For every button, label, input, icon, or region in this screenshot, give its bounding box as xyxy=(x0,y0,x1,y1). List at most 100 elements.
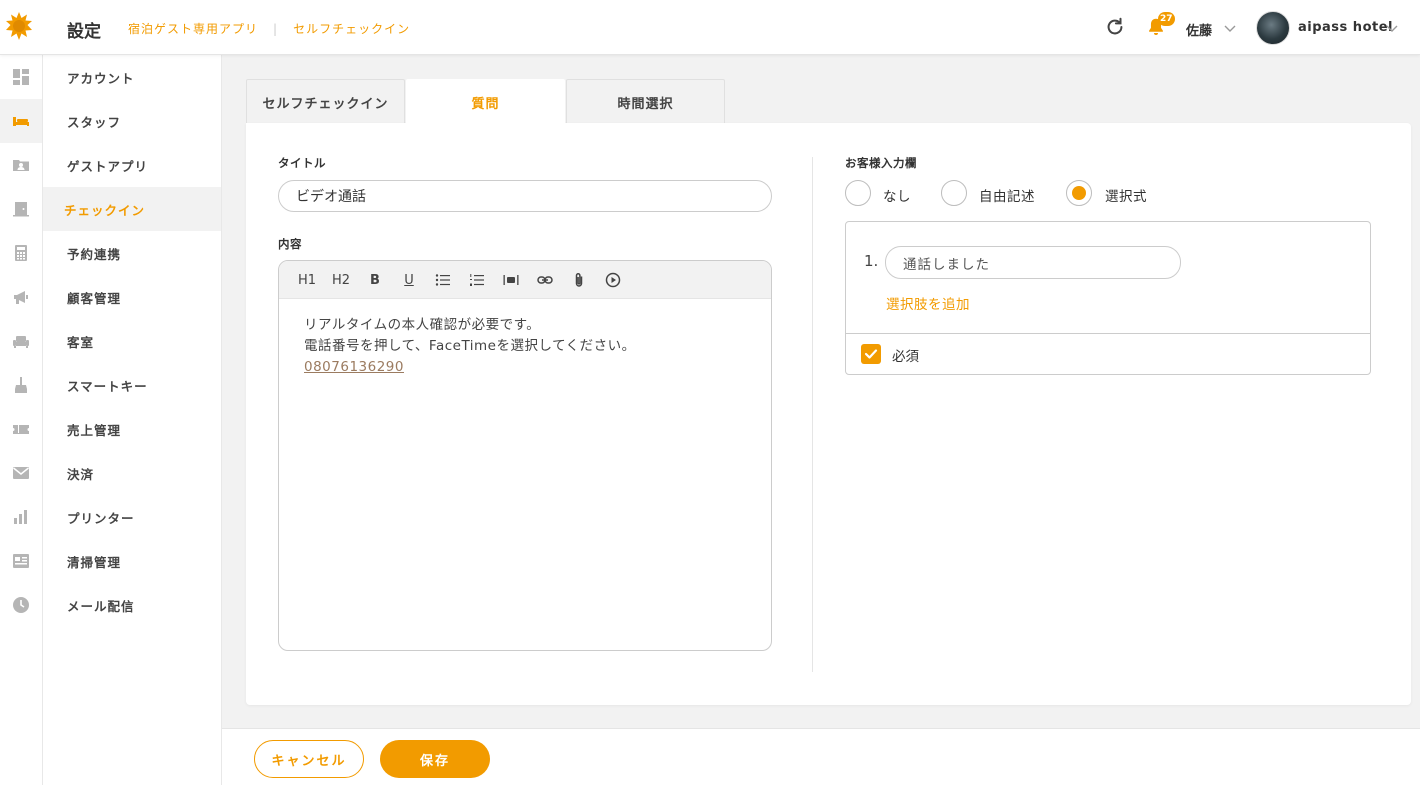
bold-button[interactable]: B xyxy=(364,270,386,290)
page-title: 設定 xyxy=(67,22,101,42)
menu-item-printer[interactable]: プリンター xyxy=(43,495,221,539)
menu-item-customers[interactable]: 顧客管理 xyxy=(43,275,221,319)
bullet-list-button[interactable] xyxy=(432,270,454,290)
chevron-down-icon[interactable] xyxy=(1386,22,1398,34)
menu-item-payment[interactable]: 決済 xyxy=(43,451,221,495)
rail-dashboard[interactable] xyxy=(0,55,42,99)
rail-tickets[interactable] xyxy=(0,407,42,451)
dashboard-icon xyxy=(13,69,29,85)
breadcrumb-self-checkin[interactable]: セルフチェックイン xyxy=(293,20,410,37)
radio-free-text[interactable] xyxy=(941,180,967,206)
video-button[interactable] xyxy=(602,270,624,290)
bullet-list-icon xyxy=(435,274,450,286)
top-header: 設定 宿泊ゲスト専用アプリ | セルフチェックイン 27 佐藤 aipass h… xyxy=(0,0,1420,55)
clock-icon xyxy=(13,597,29,613)
guest-card-icon xyxy=(13,160,29,171)
menu-item-mail[interactable]: メール配信 xyxy=(43,583,221,627)
link-icon xyxy=(537,276,553,284)
rail-analytics[interactable] xyxy=(0,495,42,539)
editor-content[interactable]: リアルタイムの本人確認が必要です。 電話番号を押して、FaceTimeを選択して… xyxy=(304,315,636,378)
rail-mail[interactable] xyxy=(0,451,42,495)
required-label[interactable]: 必須 xyxy=(892,345,919,365)
cleaning-icon xyxy=(15,377,27,393)
checkmark-icon xyxy=(864,349,878,359)
notification-badge: 27 xyxy=(1158,12,1175,26)
list-icon xyxy=(13,554,29,568)
answer-type-label: お客様入力欄 xyxy=(845,156,917,170)
numbered-list-icon xyxy=(470,274,484,286)
ticket-icon xyxy=(13,425,29,434)
content-editor[interactable]: H1 H2 B U リアルタイムの本人確認が必要です。 電話番号を押して、Fac… xyxy=(278,260,772,651)
radio-none-label[interactable]: なし xyxy=(883,185,911,205)
hotel-name[interactable]: aipass hotel xyxy=(1298,20,1393,35)
refresh-icon[interactable] xyxy=(1104,16,1126,38)
chevron-down-icon[interactable] xyxy=(1224,22,1236,34)
tab-questions[interactable]: 質問 xyxy=(406,79,565,125)
megaphone-icon xyxy=(14,291,28,304)
calculator-icon xyxy=(15,245,27,261)
numbered-list-button[interactable] xyxy=(466,270,488,290)
rail-sales[interactable] xyxy=(0,231,42,275)
radio-multiple-choice[interactable] xyxy=(1066,180,1092,206)
menu-item-staff[interactable]: スタッフ xyxy=(43,99,221,143)
save-button[interactable]: 保存 xyxy=(380,740,490,778)
choices-divider xyxy=(846,333,1370,334)
menu-item-smart-key[interactable]: スマートキー xyxy=(43,363,221,407)
rail-rooms[interactable] xyxy=(0,319,42,363)
editor-toolbar: H1 H2 B U xyxy=(279,261,771,299)
user-name[interactable]: 佐藤 xyxy=(1186,20,1212,39)
menu-item-rooms[interactable]: 客室 xyxy=(43,319,221,363)
link-button[interactable] xyxy=(534,270,556,290)
bed-icon xyxy=(13,117,29,126)
column-divider xyxy=(812,157,813,672)
menu-item-account[interactable]: アカウント xyxy=(43,55,221,99)
menu-item-sales[interactable]: 売上管理 xyxy=(43,407,221,451)
button-block-icon xyxy=(503,275,519,285)
menu-item-cleaning[interactable]: 清掃管理 xyxy=(43,539,221,583)
button-insert-button[interactable] xyxy=(500,270,522,290)
title-input[interactable]: ビデオ通話 xyxy=(278,180,772,212)
rail-announce[interactable] xyxy=(0,275,42,319)
rail-cleaning[interactable] xyxy=(0,363,42,407)
play-circle-icon xyxy=(605,272,621,288)
paperclip-icon xyxy=(575,273,583,287)
tab-self-checkin[interactable]: セルフチェックイン xyxy=(246,79,405,124)
sofa-icon xyxy=(13,336,29,348)
radio-none[interactable] xyxy=(845,180,871,206)
icon-rail xyxy=(0,55,43,785)
heading1-button[interactable]: H1 xyxy=(296,270,318,290)
add-choice-link[interactable]: 選択肢を追加 xyxy=(886,293,970,313)
content-line: 電話番号を押して、FaceTimeを選択してください。 xyxy=(304,338,636,354)
breadcrumb-guest-app[interactable]: 宿泊ゲスト専用アプリ xyxy=(128,20,258,37)
menu-item-reservation-sync[interactable]: 予約連携 xyxy=(43,231,221,275)
phone-link[interactable]: 08076136290 xyxy=(304,357,636,378)
cancel-button[interactable]: キャンセル xyxy=(254,740,364,778)
bar-chart-icon xyxy=(14,510,27,524)
heading2-button[interactable]: H2 xyxy=(330,270,352,290)
required-checkbox[interactable] xyxy=(861,344,881,364)
radio-multiple-choice-label[interactable]: 選択式 xyxy=(1105,185,1147,205)
content-line: リアルタイムの本人確認が必要です。 xyxy=(304,317,541,333)
settings-menu: アカウント スタッフ ゲストアプリ チェックイン 予約連携 顧客管理 客室 スマ… xyxy=(43,55,222,785)
choice-input[interactable]: 通話しました xyxy=(885,246,1181,279)
rail-checkin[interactable] xyxy=(0,187,42,231)
attachment-button[interactable] xyxy=(568,270,590,290)
logo-icon[interactable] xyxy=(5,12,33,40)
hotel-avatar[interactable] xyxy=(1256,11,1290,45)
mail-icon xyxy=(13,467,29,479)
title-label: タイトル xyxy=(278,156,326,170)
rail-hotel[interactable] xyxy=(0,99,42,143)
tab-time-select[interactable]: 時間選択 xyxy=(566,79,725,124)
radio-free-text-label[interactable]: 自由記述 xyxy=(979,185,1035,205)
rail-guests[interactable] xyxy=(0,143,42,187)
rail-history[interactable] xyxy=(0,583,42,627)
underline-button[interactable]: U xyxy=(398,270,420,290)
choice-number: 1. xyxy=(864,252,879,270)
breadcrumb: 宿泊ゲスト専用アプリ | セルフチェックイン xyxy=(128,20,410,37)
content-label: 内容 xyxy=(278,237,302,251)
breadcrumb-separator: | xyxy=(273,21,279,36)
door-icon xyxy=(13,202,29,217)
menu-item-guest-app[interactable]: ゲストアプリ xyxy=(43,143,221,187)
menu-item-checkin[interactable]: チェックイン xyxy=(43,187,221,231)
rail-reports[interactable] xyxy=(0,539,42,583)
